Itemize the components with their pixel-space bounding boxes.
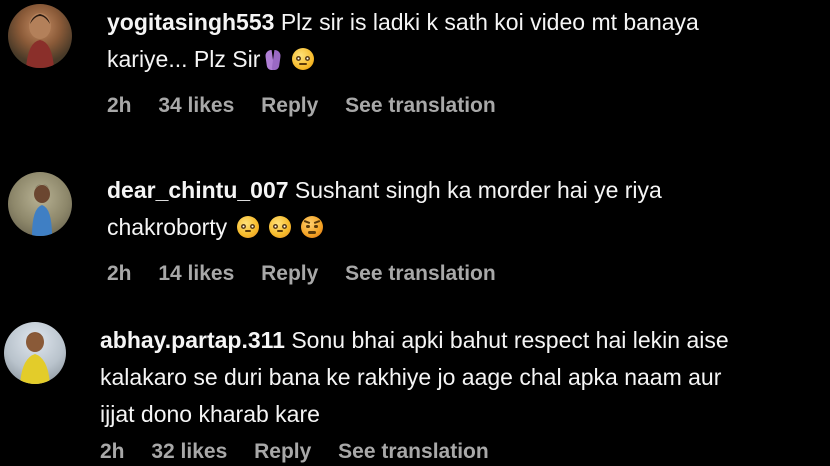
comment-username[interactable]: dear_chintu_007 <box>107 177 289 203</box>
comment-time: 2h <box>100 440 125 463</box>
avatar-image <box>26 13 54 68</box>
avatar[interactable] <box>8 172 72 236</box>
comment-meta: 2h 14 likes Reply See translation <box>107 262 517 286</box>
reply-button[interactable]: Reply <box>261 262 318 286</box>
comment-body-line: Sonu bhai apki bahut respect hai lekin a… <box>291 327 729 353</box>
see-translation-button[interactable]: See translation <box>338 440 489 464</box>
comment-text: yogitasingh553 Plz sir is ladki k sath k… <box>107 4 817 78</box>
see-translation-button[interactable]: See translation <box>345 262 496 286</box>
comment-body-line: Sushant singh ka morder hai ye riya <box>294 177 662 203</box>
comment-text: dear_chintu_007 Sushant singh ka morder … <box>107 172 817 246</box>
comment-meta: 2h 34 likes Reply See translation <box>107 94 517 118</box>
folded-hands-emoji-icon <box>266 48 280 70</box>
comment-body-line: Plz sir is ladki k sath koi video mt ban… <box>280 9 699 35</box>
pleading-face-emoji-icon <box>292 48 315 70</box>
avatar[interactable] <box>4 322 66 384</box>
comment-likes[interactable]: 32 likes <box>151 440 227 464</box>
comment-item: yogitasingh553 Plz sir is ladki k sath k… <box>0 0 830 150</box>
comment-likes[interactable]: 14 likes <box>158 262 234 286</box>
avatar-image <box>32 184 52 236</box>
avatar-image <box>20 332 50 384</box>
comment-username[interactable]: abhay.partap.311 <box>100 327 285 353</box>
comment-meta: 2h 32 likes Reply See translation <box>100 440 510 464</box>
comment-body-line: kariye... Plz Sir <box>107 46 261 72</box>
reply-button[interactable]: Reply <box>261 94 318 118</box>
comment-item: abhay.partap.311 Sonu bhai apki bahut re… <box>0 318 830 466</box>
comment-likes[interactable]: 34 likes <box>158 94 234 118</box>
comment-time: 2h <box>107 262 132 285</box>
comment-body-line: kalakaro se duri bana ke rakhiye jo aage… <box>100 364 722 390</box>
angry-face-emoji-icon <box>301 216 324 238</box>
see-translation-button[interactable]: See translation <box>345 94 496 118</box>
reply-button[interactable]: Reply <box>254 440 311 464</box>
comment-item: dear_chintu_007 Sushant singh ka morder … <box>0 170 830 310</box>
comment-body-line: chakroborty <box>107 214 228 240</box>
comment-time: 2h <box>107 94 132 117</box>
flushed-face-emoji-icon <box>237 216 260 238</box>
comment-username[interactable]: yogitasingh553 <box>107 9 274 35</box>
comment-text: abhay.partap.311 Sonu bhai apki bahut re… <box>100 322 825 433</box>
avatar[interactable] <box>8 4 72 68</box>
flushed-face-emoji-icon <box>269 216 292 238</box>
comment-body-line: ijjat dono kharab kare <box>100 401 320 427</box>
